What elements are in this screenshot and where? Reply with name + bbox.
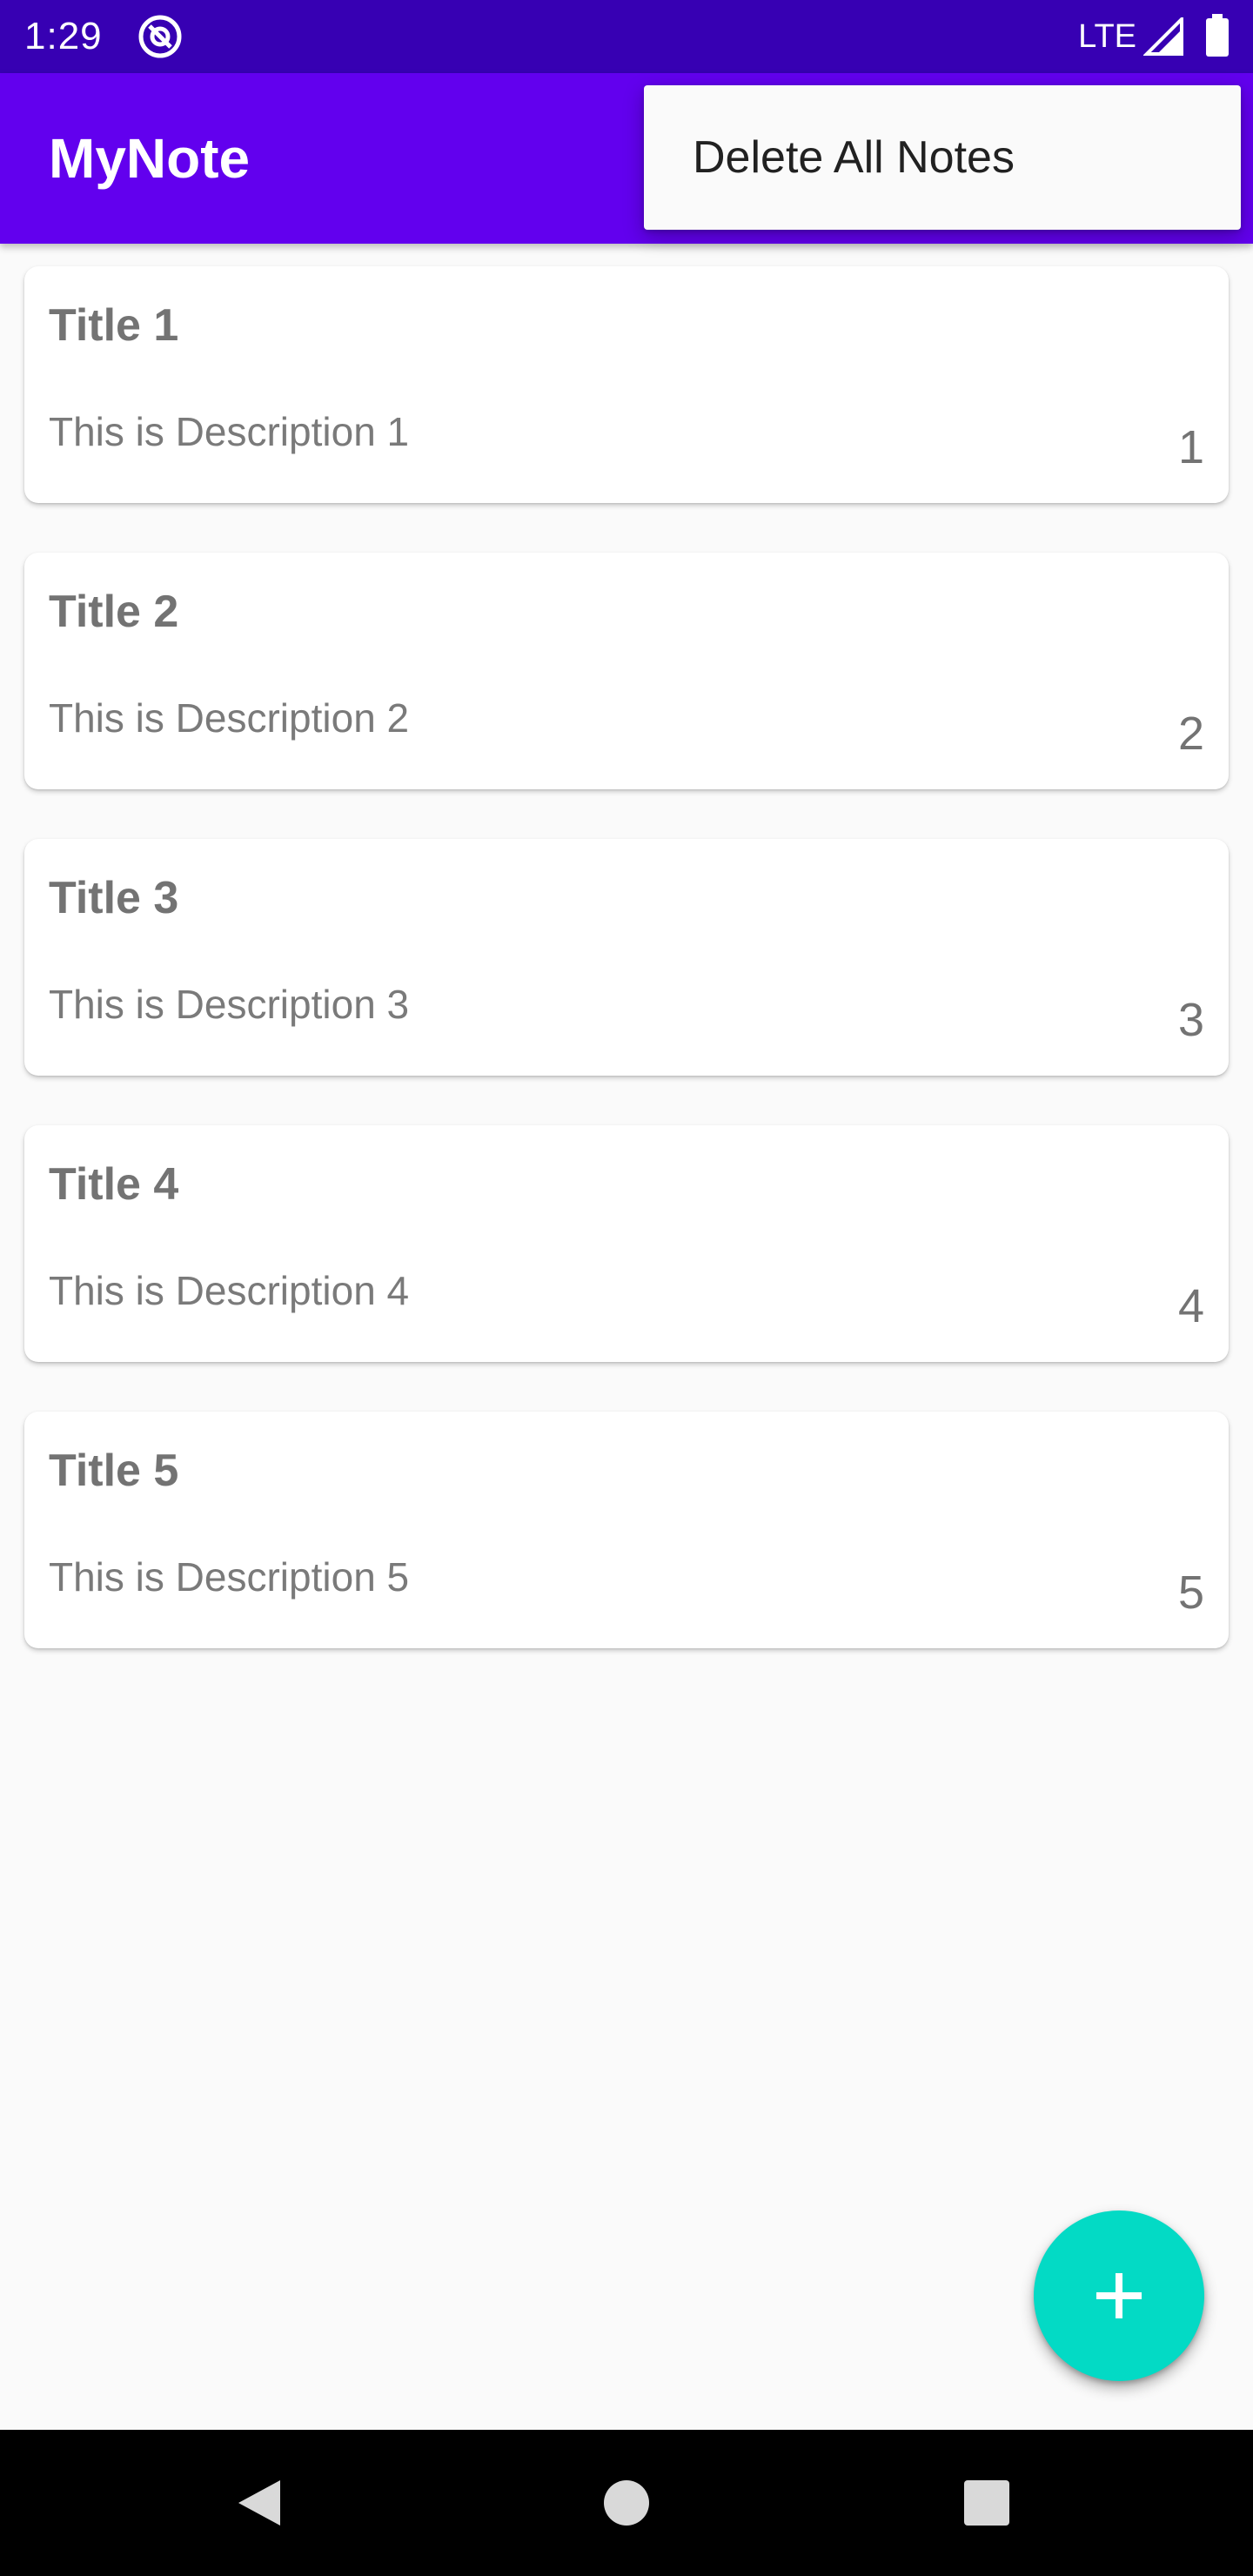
note-priority: 3 [1177, 994, 1204, 1046]
note-card[interactable]: Title 4 This is Description 4 4 [24, 1125, 1229, 1362]
note-description: This is Description 3 [49, 982, 410, 1027]
overflow-menu: Delete All Notes [644, 85, 1241, 230]
note-description: This is Description 4 [49, 1268, 410, 1313]
at-sign-icon [138, 15, 182, 58]
note-description: This is Description 5 [49, 1554, 410, 1600]
back-triangle-icon[interactable] [226, 2468, 296, 2538]
note-card[interactable]: Title 5 This is Description 5 5 [24, 1412, 1229, 1648]
menu-item-delete-all-notes[interactable]: Delete All Notes [644, 85, 1241, 230]
note-title: Title 4 [49, 1159, 179, 1210]
battery-icon [1206, 14, 1229, 57]
notes-list: Title 1 This is Description 1 1 Title 2 … [24, 266, 1229, 1698]
note-priority: 5 [1177, 1566, 1204, 1619]
note-title: Title 3 [49, 873, 179, 923]
note-title: Title 2 [49, 587, 179, 637]
note-description: This is Description 1 [49, 409, 410, 454]
note-card[interactable]: Title 3 This is Description 3 3 [24, 839, 1229, 1076]
signal-icon [1143, 17, 1183, 56]
plus-icon [1096, 2273, 1142, 2318]
note-priority: 2 [1177, 708, 1204, 760]
add-note-button[interactable] [1034, 2210, 1204, 2381]
note-title: Title 1 [49, 300, 179, 351]
navigation-bar [0, 2430, 1253, 2576]
status-bar: 1:29 LTE [0, 0, 1253, 73]
note-card[interactable]: Title 1 This is Description 1 1 [24, 266, 1229, 503]
status-time: 1:29 [24, 15, 103, 57]
note-description: This is Description 2 [49, 695, 410, 741]
status-network-label: LTE [1078, 18, 1136, 55]
app-title: MyNote [49, 127, 251, 190]
recents-square-icon[interactable] [952, 2468, 1022, 2538]
note-card[interactable]: Title 2 This is Description 2 2 [24, 553, 1229, 789]
note-title: Title 5 [49, 1446, 179, 1496]
note-priority: 1 [1177, 421, 1204, 473]
note-priority: 4 [1177, 1280, 1204, 1332]
home-circle-icon[interactable] [592, 2468, 661, 2538]
